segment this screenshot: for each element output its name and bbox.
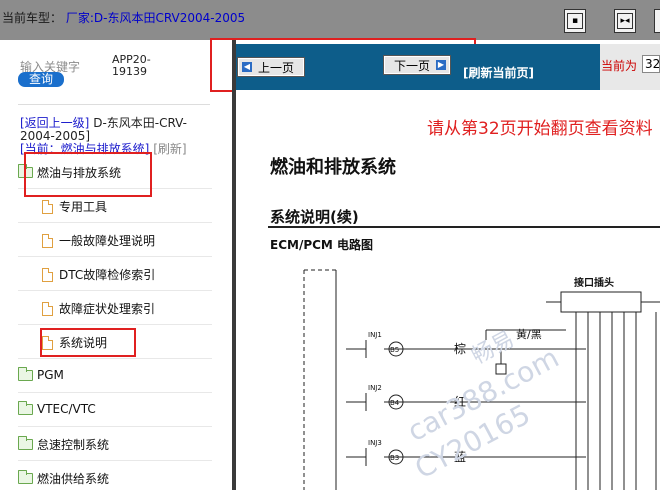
tree-item-label: 一般故障处理说明 xyxy=(59,234,156,248)
next-page-button[interactable]: 下一页 ▶ xyxy=(383,55,451,75)
document-icon xyxy=(42,267,53,282)
pin-ref-2: INJ2 xyxy=(368,384,382,392)
tree-item-fuel-emission[interactable]: 燃油与排放系统 xyxy=(18,164,121,181)
arrow-left-icon: ◀ xyxy=(241,62,252,72)
tree-item-label: 系统说明 xyxy=(59,336,108,350)
extra-button[interactable] xyxy=(654,9,660,33)
app-code: APP20-19139 xyxy=(112,53,151,78)
folder-icon xyxy=(18,470,33,484)
folder-icon xyxy=(18,436,33,450)
tree-item-label: 燃油与排放系统 xyxy=(37,166,122,180)
document-icon xyxy=(42,301,53,316)
tree-item-symptom-index[interactable]: 故障症状处理索引 xyxy=(42,300,155,317)
sidebar: 输入关键字 查询 APP20-19139 [返回上一级] D-东风本田-CRV-… xyxy=(0,40,232,490)
row-divider xyxy=(18,290,212,291)
wire-color-2: 红 xyxy=(454,394,466,409)
back-link[interactable]: [返回上一级] xyxy=(20,116,89,130)
tree-item-system-description[interactable]: 系统说明 xyxy=(42,334,107,351)
title-rule xyxy=(268,226,660,228)
refresh-link[interactable]: [刷新] xyxy=(153,142,186,156)
wire-label: 黄/黑 xyxy=(516,327,542,341)
tree-item-label: DTC故障检修索引 xyxy=(59,268,156,282)
vehicle-label: 当前车型： xyxy=(2,11,63,25)
tree-item-label: 专用工具 xyxy=(59,200,108,214)
current-location: [当前：燃油与排放系统] xyxy=(20,142,150,156)
row-divider xyxy=(18,324,212,325)
row-divider xyxy=(18,358,212,359)
folder-icon xyxy=(18,400,33,415)
tree-item-label: 故障症状处理索引 xyxy=(59,302,156,316)
split-view-button[interactable]: ▸◂ xyxy=(614,9,636,33)
row-divider xyxy=(18,256,212,257)
folder-icon xyxy=(18,366,33,381)
tree-item-dtc-index[interactable]: DTC故障检修索引 xyxy=(42,266,155,283)
refresh-page-button[interactable]: [刷新当前页] xyxy=(463,64,534,81)
wire-color-3: 蓝 xyxy=(454,450,466,464)
current-page-label: 当前为 xyxy=(601,59,638,73)
tree-item-label: 怠速控制系统 xyxy=(37,438,110,452)
row-divider xyxy=(18,188,212,189)
document-icon xyxy=(42,199,53,214)
vehicle-breadcrumb: 当前车型： 厂家:D-东风本田CRV2004-2005 xyxy=(2,9,245,26)
hint-text: 请从第32页开始翻页查看资料 xyxy=(427,119,653,139)
top-bar: 当前车型： 厂家:D-东风本田CRV2004-2005 ▪ ▸◂ xyxy=(0,0,660,40)
nav-breadcrumb: [返回上一级] D-东风本田-CRV-2004-2005] [当前：燃油与排放系… xyxy=(20,117,220,156)
circuit-diagram: 接口插头 黄/黑 INJ1 INJ2 INJ3 B5 B4 B3 棕 红 蓝 xyxy=(303,269,660,490)
wire-color-1: 棕 xyxy=(454,341,466,356)
tree-item-label: 燃油供给系统 xyxy=(37,472,110,486)
row-divider xyxy=(18,392,212,393)
tree-item-general-troubleshooting[interactable]: 一般故障处理说明 xyxy=(42,232,155,249)
pin-ref-1: INJ1 xyxy=(368,331,382,339)
pin-ref-3: INJ3 xyxy=(368,439,382,447)
tree-item-fuel-supply[interactable]: 燃油供给系统 xyxy=(18,470,109,487)
tree-item-vtec[interactable]: VTEC/VTC xyxy=(18,400,96,416)
search-button[interactable]: 查询 xyxy=(18,72,64,87)
row-divider xyxy=(18,222,212,223)
document-icon xyxy=(42,233,53,248)
page-subtitle: 系统说明(续) xyxy=(270,208,359,226)
divider xyxy=(18,104,210,105)
connector-label: 接口插头 xyxy=(574,276,614,289)
next-page-label: 下一页 xyxy=(393,58,430,73)
tree-item-pgm[interactable]: PGM xyxy=(18,366,64,382)
tree-item-special-tools[interactable]: 专用工具 xyxy=(42,198,107,215)
prev-page-button[interactable]: ◀ 上一页 xyxy=(237,57,305,77)
tree-item-label: PGM xyxy=(37,368,64,382)
pin-id-1: B5 xyxy=(390,346,399,354)
window-toggle-icon: ▪ xyxy=(567,13,583,29)
tree-item-idle-control[interactable]: 怠速控制系统 xyxy=(18,436,109,453)
vehicle-maker: 厂家:D-东风本田CRV2004-2005 xyxy=(65,11,246,25)
row-divider xyxy=(18,426,212,427)
arrow-right-icon: ▶ xyxy=(436,60,446,70)
tree-item-label: VTEC/VTC xyxy=(37,402,96,416)
prev-page-label: 上一页 xyxy=(257,60,294,75)
window-toggle-button[interactable]: ▪ xyxy=(564,9,586,33)
pin-id-2: B4 xyxy=(390,399,400,407)
pin-id-3: B3 xyxy=(390,454,399,462)
split-view-icon: ▸◂ xyxy=(617,13,633,29)
document-icon xyxy=(42,335,53,350)
page-title: 燃油和排放系统 xyxy=(270,157,396,178)
current-page-input[interactable]: 32 xyxy=(642,55,660,73)
folder-icon xyxy=(18,164,33,178)
row-divider xyxy=(18,460,212,461)
